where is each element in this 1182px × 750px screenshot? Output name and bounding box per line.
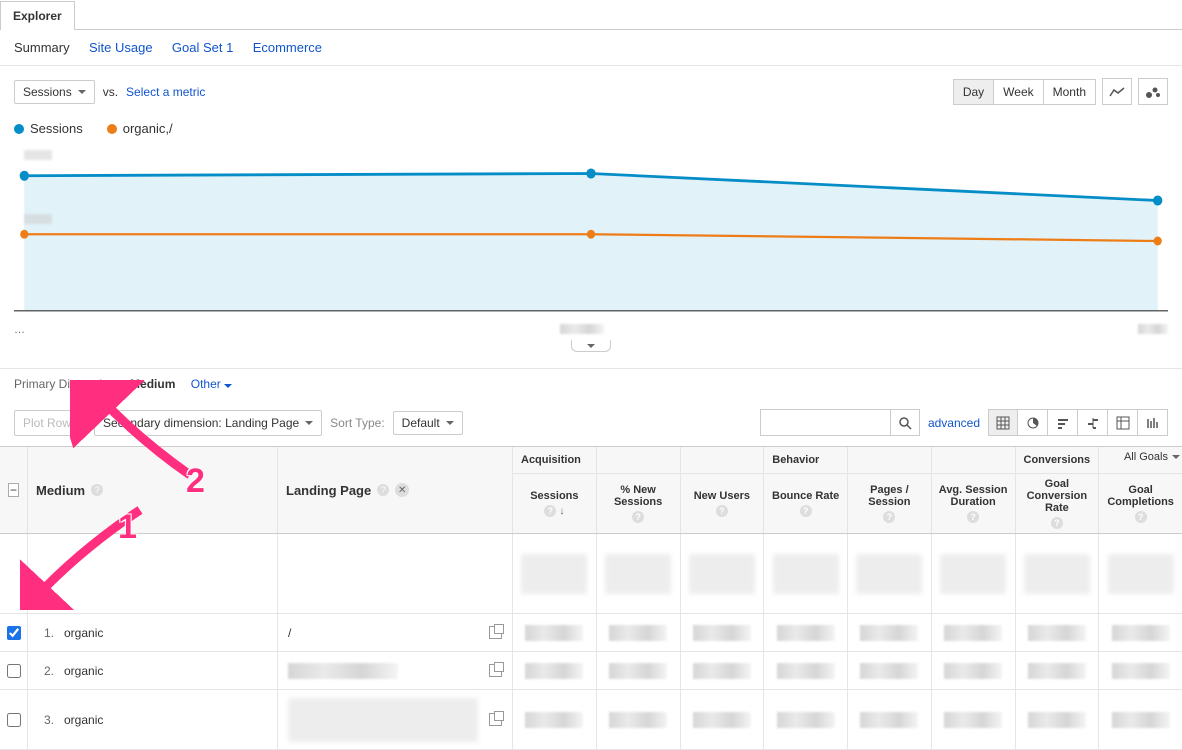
expand-chart-button[interactable]	[571, 340, 611, 352]
subnav-site-usage[interactable]: Site Usage	[89, 40, 153, 55]
row-checkbox[interactable]	[7, 713, 21, 727]
primary-dimension-other[interactable]: Other	[191, 377, 232, 391]
open-link-icon[interactable]	[489, 713, 502, 726]
header-landing-page[interactable]: Landing Page	[286, 483, 371, 498]
xaxis-right	[1138, 324, 1168, 334]
primary-dimension-value[interactable]: Medium	[130, 377, 175, 391]
select-metric-link[interactable]: Select a metric	[126, 85, 205, 99]
row-medium[interactable]: organic	[64, 626, 103, 640]
term-cloud-view-icon[interactable]	[1138, 409, 1168, 436]
tab-explorer[interactable]: Explorer	[0, 1, 75, 30]
collapse-all-button[interactable]: −	[8, 483, 19, 497]
advanced-link[interactable]: advanced	[928, 416, 980, 430]
header-goal-completions[interactable]: Goal Completions	[1103, 484, 1178, 508]
help-icon[interactable]: ?	[716, 505, 728, 517]
line-chart	[14, 142, 1168, 322]
row-medium[interactable]: organic	[64, 664, 103, 678]
search-button[interactable]	[890, 409, 920, 436]
pie-view-icon[interactable]	[1018, 409, 1048, 436]
subnav: Summary Site Usage Goal Set 1 Ecommerce	[0, 30, 1182, 66]
help-icon[interactable]: ?	[1051, 517, 1063, 529]
caret-icon	[78, 90, 86, 94]
xaxis-mid	[560, 324, 604, 334]
line-chart-icon[interactable]	[1102, 78, 1132, 105]
data-table: All Goals − Medium ? Landing Page ? ✕ Ac…	[0, 446, 1182, 750]
help-icon[interactable]: ?	[632, 511, 644, 523]
subnav-goal-set-1[interactable]: Goal Set 1	[172, 40, 233, 55]
secondary-dimension-dropdown[interactable]: Secondary dimension: Landing Page	[94, 410, 322, 436]
table-row: 2. organic	[0, 652, 1182, 690]
all-goals-dropdown[interactable]: All Goals	[1124, 451, 1180, 463]
row-landing-page[interactable]	[288, 663, 398, 679]
help-icon[interactable]: ?	[544, 505, 556, 517]
header-pct-new-sessions[interactable]: % New Sessions	[601, 484, 676, 508]
group-behavior: Behavior	[764, 447, 847, 473]
remove-secondary-dimension-icon[interactable]: ✕	[395, 483, 409, 497]
caret-icon	[305, 421, 313, 425]
time-week-button[interactable]: Week	[994, 79, 1043, 105]
header-bounce-rate[interactable]: Bounce Rate	[772, 490, 839, 502]
caret-down-icon	[587, 344, 595, 348]
row-number: 1.	[38, 626, 54, 640]
row-landing-page[interactable]: /	[288, 626, 291, 640]
comparison-view-icon[interactable]	[1078, 409, 1108, 436]
sort-type-dropdown[interactable]: Default	[393, 411, 463, 435]
header-medium[interactable]: Medium	[36, 483, 85, 498]
row-checkbox[interactable]	[7, 664, 21, 678]
row-number: 2.	[38, 664, 54, 678]
time-month-button[interactable]: Month	[1044, 79, 1096, 105]
search-input[interactable]	[760, 409, 890, 436]
help-icon[interactable]: ?	[967, 511, 979, 523]
primary-metric-label: Sessions	[23, 85, 72, 99]
legend-label-organic: organic,/	[123, 121, 173, 136]
motion-chart-icon[interactable]	[1138, 78, 1168, 105]
table-row: 1. organic /	[0, 614, 1182, 652]
caret-icon	[446, 421, 454, 425]
sort-type-label: Sort Type:	[330, 416, 384, 430]
primary-dimension-label: Primary Dimension:	[14, 377, 119, 391]
header-avg-session-duration[interactable]: Avg. Session Duration	[936, 484, 1011, 508]
group-conversions: Conversions	[1016, 447, 1099, 473]
open-link-icon[interactable]	[489, 664, 502, 677]
table-view-icon[interactable]	[988, 409, 1018, 436]
vs-label: vs.	[103, 85, 118, 99]
help-icon[interactable]: ?	[377, 484, 389, 496]
help-icon[interactable]: ?	[1135, 511, 1147, 523]
chart-legend: Sessions organic,/	[0, 117, 1182, 142]
help-icon[interactable]: ?	[883, 511, 895, 523]
row-number: 3.	[38, 713, 54, 727]
subnav-summary[interactable]: Summary	[14, 40, 70, 55]
group-acquisition: Acquisition	[513, 447, 596, 473]
xaxis-left: …	[14, 324, 25, 336]
legend-dot-organic	[107, 124, 117, 134]
row-medium[interactable]: organic	[64, 713, 103, 727]
header-goal-conv-rate[interactable]: Goal Conversion Rate	[1020, 478, 1095, 514]
subnav-ecommerce[interactable]: Ecommerce	[253, 40, 322, 55]
sort-desc-icon: ↓	[559, 506, 564, 517]
chart-x-axis: …	[14, 324, 1168, 336]
help-icon[interactable]: ?	[800, 505, 812, 517]
table-row: 3. organic	[0, 690, 1182, 750]
row-landing-page[interactable]	[288, 698, 478, 742]
help-icon[interactable]: ?	[91, 484, 103, 496]
header-sessions[interactable]: Sessions	[530, 490, 578, 502]
legend-label-sessions: Sessions	[30, 121, 83, 136]
pivot-view-icon[interactable]	[1108, 409, 1138, 436]
totals-row	[0, 534, 1182, 614]
open-link-icon[interactable]	[489, 626, 502, 639]
primary-metric-dropdown[interactable]: Sessions	[14, 80, 95, 104]
bar-view-icon[interactable]	[1048, 409, 1078, 436]
time-day-button[interactable]: Day	[953, 79, 994, 105]
legend-dot-sessions	[14, 124, 24, 134]
header-new-users[interactable]: New Users	[694, 490, 750, 502]
row-checkbox[interactable]	[7, 626, 21, 640]
search-icon	[898, 416, 912, 430]
plot-rows-button[interactable]: Plot Rows	[14, 410, 86, 436]
header-pages-session[interactable]: Pages / Session	[852, 484, 927, 508]
time-granularity-group: Day Week Month	[953, 79, 1096, 105]
